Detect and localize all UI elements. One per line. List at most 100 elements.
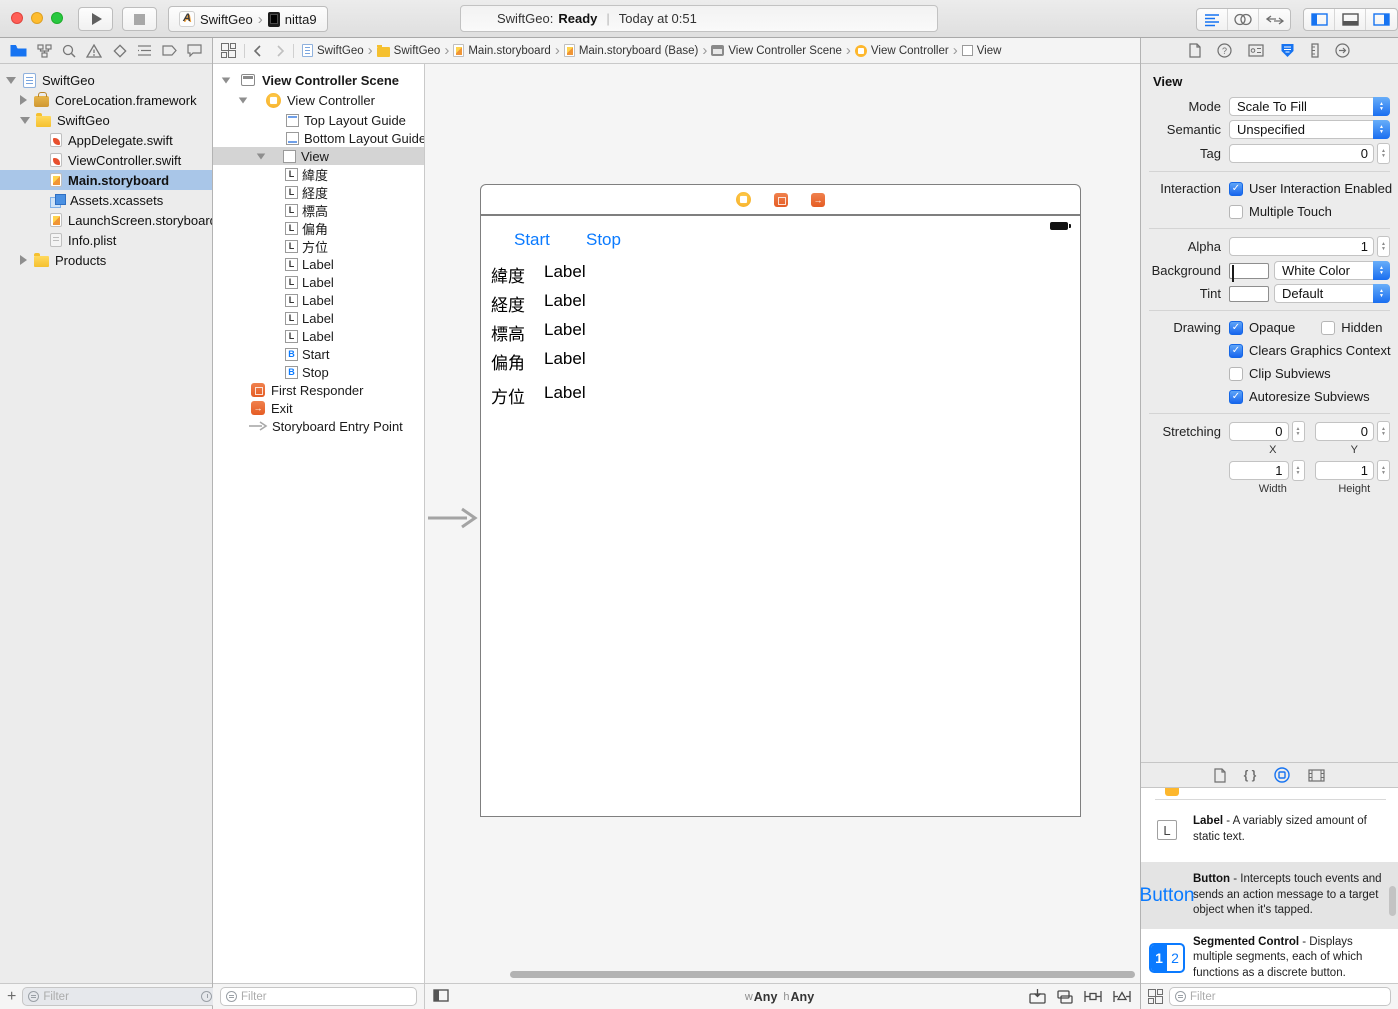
file-row-project[interactable]: SwiftGeo: [0, 70, 212, 90]
connections-inspector-tab[interactable]: [1335, 43, 1350, 58]
stretch-y-stepper[interactable]: [1377, 421, 1390, 442]
library-filter[interactable]: [1169, 987, 1391, 1006]
library-item-label[interactable]: L Label - A variably sized amount of sta…: [1141, 801, 1398, 859]
stop-button[interactable]: Stop: [586, 230, 621, 250]
project-navigator-tab[interactable]: [10, 44, 27, 57]
tag-field[interactable]: 0: [1229, 144, 1374, 163]
library-filter-input[interactable]: [1190, 991, 1385, 1003]
canvas-row[interactable]: 標高Label: [491, 320, 586, 345]
related-items-icon[interactable]: [221, 43, 236, 58]
tint-color-well[interactable]: [1229, 286, 1269, 302]
alpha-field[interactable]: 1: [1229, 237, 1374, 256]
add-constraints-button[interactable]: [1083, 988, 1103, 1005]
stretch-height-field[interactable]: 1: [1315, 461, 1375, 480]
disclosure-open-icon[interactable]: [257, 153, 266, 159]
resolve-autolayout-button[interactable]: [1112, 988, 1132, 1005]
alpha-stepper[interactable]: [1377, 236, 1390, 257]
library-item-segmented-control[interactable]: 12 Segmented Control - Displays multiple…: [1141, 932, 1398, 983]
navigator-filter-input[interactable]: [43, 991, 197, 1003]
breadcrumb-scene[interactable]: View Controller Scene: [711, 45, 842, 57]
outline-row-bottom-layout-guide[interactable]: Bottom Layout Guide: [213, 129, 424, 147]
height-class-value[interactable]: Any: [791, 990, 815, 1004]
debug-navigator-tab[interactable]: [137, 44, 152, 57]
field-name-label[interactable]: 偏角: [491, 349, 544, 374]
start-button[interactable]: Start: [514, 230, 550, 250]
stretch-y-field[interactable]: 0: [1315, 422, 1375, 441]
disclosure-open-icon[interactable]: [239, 97, 248, 103]
background-color-well[interactable]: [1229, 263, 1269, 279]
outline-row-exit[interactable]: Exit: [213, 399, 424, 417]
outline-row-label[interactable]: L経度: [213, 183, 424, 201]
outline-filter[interactable]: [220, 987, 417, 1006]
outline-toggle-button[interactable]: [433, 989, 449, 1002]
file-row-plist[interactable]: Info.plist: [0, 230, 212, 250]
close-button[interactable]: [11, 12, 23, 24]
file-row-framework[interactable]: CoreLocation.framework: [0, 90, 212, 110]
debug-area-button[interactable]: [1335, 9, 1366, 30]
breadcrumb-group[interactable]: SwiftGeo: [377, 45, 441, 57]
standard-editor-button[interactable]: [1197, 9, 1228, 30]
outline-row-entry-point[interactable]: Storyboard Entry Point: [213, 417, 424, 435]
symbol-navigator-tab[interactable]: [37, 44, 52, 58]
minimize-button[interactable]: [31, 12, 43, 24]
run-button[interactable]: [78, 7, 113, 31]
width-class-value[interactable]: Any: [754, 990, 778, 1004]
size-inspector-tab[interactable]: [1311, 43, 1319, 58]
outline-row-label[interactable]: L標高: [213, 201, 424, 219]
user-interaction-checkbox[interactable]: [1229, 182, 1243, 196]
canvas-row[interactable]: 経度Label: [491, 291, 586, 316]
utilities-panel-button[interactable]: [1366, 9, 1397, 30]
breadcrumb-project[interactable]: SwiftGeo: [302, 44, 364, 57]
issue-navigator-tab[interactable]: [86, 44, 102, 58]
field-name-label[interactable]: 経度: [491, 291, 544, 316]
file-row-products[interactable]: Products: [0, 250, 212, 270]
file-row-swift[interactable]: ViewController.swift: [0, 150, 212, 170]
forward-icon[interactable]: [277, 45, 285, 57]
update-frames-button[interactable]: [1028, 988, 1047, 1005]
value-label[interactable]: Label: [544, 291, 586, 316]
recent-files-icon[interactable]: [201, 991, 212, 1002]
breadcrumb-view[interactable]: View: [962, 45, 1002, 57]
library-grid-toggle[interactable]: [1148, 989, 1163, 1004]
outline-filter-input[interactable]: [241, 991, 411, 1003]
quick-help-inspector-tab[interactable]: ?: [1217, 43, 1232, 58]
view-controller-view[interactable]: Start Stop 緯度Label 経度Label 標高Label 偏角Lab…: [480, 215, 1081, 817]
report-navigator-tab[interactable]: [187, 44, 202, 57]
hidden-checkbox[interactable]: [1321, 321, 1335, 335]
value-label[interactable]: Label: [544, 349, 586, 374]
clip-subviews-checkbox[interactable]: [1229, 367, 1243, 381]
disclosure-open-icon[interactable]: [222, 77, 231, 83]
file-row-storyboard-selected[interactable]: Main.storyboard: [0, 170, 212, 190]
disclosure-open-icon[interactable]: [6, 77, 16, 84]
navigator-filter[interactable]: [22, 987, 233, 1006]
file-row-storyboard[interactable]: LaunchScreen.storyboard: [0, 210, 212, 230]
library-scrollbar[interactable]: [1389, 886, 1396, 916]
outline-row-label[interactable]: LLabel: [213, 255, 424, 273]
outline-row-view[interactable]: View: [213, 147, 424, 165]
scheme-selector[interactable]: SwiftGeo nitta9: [168, 6, 328, 32]
opaque-checkbox[interactable]: [1229, 321, 1243, 335]
canvas-row[interactable]: 方位Label: [491, 383, 586, 408]
code-snippet-library-tab[interactable]: { }: [1244, 768, 1257, 782]
stretch-width-stepper[interactable]: [1292, 460, 1305, 481]
view-controller-icon[interactable]: [736, 192, 751, 207]
disclosure-closed-icon[interactable]: [20, 95, 27, 105]
outline-row-view-controller[interactable]: View Controller: [213, 89, 424, 111]
outline-row-label[interactable]: L方位: [213, 237, 424, 255]
value-label[interactable]: Label: [544, 262, 586, 287]
canvas-row[interactable]: 偏角Label: [491, 349, 586, 374]
file-row-swift[interactable]: AppDelegate.swift: [0, 130, 212, 150]
clears-graphics-context-checkbox[interactable]: [1229, 344, 1243, 358]
search-navigator-tab[interactable]: [62, 44, 76, 58]
tag-stepper[interactable]: [1377, 143, 1390, 164]
zoom-button[interactable]: [51, 12, 63, 24]
outline-row-label[interactable]: LLabel: [213, 327, 424, 345]
mode-dropdown[interactable]: Scale To Fill: [1229, 97, 1390, 116]
breadcrumb-storyboard-base[interactable]: Main.storyboard (Base): [564, 44, 699, 57]
autoresize-subviews-checkbox[interactable]: [1229, 390, 1243, 404]
outline-scene-row[interactable]: View Controller Scene: [213, 71, 424, 89]
outline-row-first-responder[interactable]: First Responder: [213, 381, 424, 399]
file-template-library-tab[interactable]: [1214, 768, 1226, 783]
identity-inspector-tab[interactable]: [1248, 44, 1264, 57]
outline-row-label[interactable]: LLabel: [213, 291, 424, 309]
